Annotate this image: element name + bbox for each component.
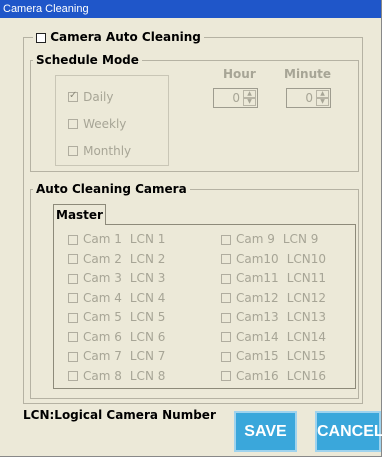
camera-checkbox[interactable]	[221, 312, 231, 323]
camera-item[interactable]: Cam 1 LCN 1	[68, 232, 165, 246]
camera-checkbox[interactable]	[68, 254, 78, 264]
camera-checkbox[interactable]	[68, 234, 78, 245]
camera-label: Cam12	[236, 290, 279, 305]
hour-up-icon[interactable]: ▲	[243, 90, 256, 98]
lcn-label: LCN 6	[129, 329, 166, 344]
camera-item[interactable]: Cam11 LCN11	[221, 271, 326, 285]
camera-label: Cam 9	[236, 232, 275, 246]
camera-item[interactable]: Cam 7 LCN 7	[68, 349, 165, 363]
camera-label: Cam15	[236, 349, 279, 363]
camera-label: Cam11	[236, 271, 279, 285]
lcn-label: LCN 3	[129, 271, 166, 285]
camera-label: Cam 6	[83, 329, 122, 344]
master-tab-panel	[53, 224, 356, 389]
camera-checkbox[interactable]	[221, 234, 231, 245]
camera-group-legend: Auto Cleaning Camera	[33, 182, 190, 196]
auto-cleaning-label: Camera Auto Cleaning	[50, 30, 201, 44]
lcn-label: LCN 1	[129, 232, 166, 246]
lcn-label: LCN 4	[129, 290, 166, 305]
minute-spinner[interactable]: 0 ▲ ▼	[286, 88, 331, 108]
weekly-checkbox[interactable]	[68, 118, 78, 129]
lcn-label: LCN16	[286, 368, 327, 383]
minute-label: Minute	[284, 67, 332, 81]
camera-checkbox[interactable]	[68, 371, 78, 381]
weekly-label: Weekly	[83, 117, 127, 131]
camera-label: Cam 8	[83, 368, 122, 383]
camera-checkbox[interactable]	[221, 293, 231, 303]
option-daily[interactable]: ✓ Daily	[68, 86, 113, 105]
lcn-label: LCN 7	[129, 349, 166, 363]
lcn-label: LCN12	[286, 290, 327, 305]
camera-item[interactable]: Cam15 LCN15	[221, 349, 326, 363]
lcn-label: LCN 2	[129, 251, 166, 266]
camera-item[interactable]: Cam10 LCN10	[221, 252, 326, 266]
camera-checkbox[interactable]	[221, 371, 231, 381]
minute-down-icon[interactable]: ▼	[316, 98, 329, 106]
camera-label: Cam16	[236, 368, 279, 383]
camera-item[interactable]: Cam 2 LCN 2	[68, 252, 165, 266]
camera-label: Cam 7	[83, 349, 122, 363]
camera-checkbox[interactable]	[68, 293, 78, 303]
camera-checkbox[interactable]	[68, 312, 78, 323]
hour-spinner[interactable]: 0 ▲ ▼	[213, 88, 258, 108]
camera-label: Cam 3	[83, 271, 122, 285]
camera-label: Cam 4	[83, 290, 122, 305]
camera-label: Cam10	[236, 251, 279, 266]
camera-cleaning-window: Camera Cleaning Camera Auto Cleaning Sch…	[0, 0, 384, 457]
option-monthly[interactable]: Monthly	[68, 140, 131, 159]
daily-label: Daily	[83, 90, 114, 104]
camera-label: Cam14	[236, 329, 279, 344]
camera-checkbox[interactable]	[68, 351, 78, 362]
monthly-label: Monthly	[83, 144, 132, 158]
window-title: Camera Cleaning	[0, 0, 381, 18]
monthly-checkbox[interactable]	[68, 145, 78, 156]
camera-label: Cam 5	[83, 310, 122, 324]
camera-checkbox[interactable]	[68, 332, 78, 342]
auto-cleaning-checkbox[interactable]	[36, 32, 46, 43]
camera-item[interactable]: Cam13 LCN13	[221, 310, 326, 324]
camera-item[interactable]: Cam14 LCN14	[221, 330, 326, 344]
schedule-mode-legend: Schedule Mode	[33, 53, 142, 67]
hour-value: 0	[232, 91, 240, 105]
lcn-label: LCN13	[286, 310, 327, 324]
option-weekly[interactable]: Weekly	[68, 113, 126, 132]
camera-checkbox[interactable]	[221, 273, 231, 284]
camera-label: Cam 2	[83, 251, 122, 266]
camera-checkbox[interactable]	[221, 332, 231, 342]
lcn-label: LCN 9	[282, 232, 319, 246]
camera-item[interactable]: Cam 3 LCN 3	[68, 271, 165, 285]
lcn-label: LCN 8	[129, 368, 166, 383]
camera-label: Cam13	[236, 310, 279, 324]
camera-item[interactable]: Cam16 LCN16	[221, 369, 326, 383]
camera-item[interactable]: Cam 5 LCN 5	[68, 310, 165, 324]
auto-cleaning-toggle[interactable]: Camera Auto Cleaning	[33, 30, 204, 44]
camera-label: Cam 1	[83, 232, 122, 246]
hour-down-icon[interactable]: ▼	[243, 98, 256, 106]
camera-item[interactable]: Cam 4 LCN 4	[68, 291, 165, 305]
camera-item[interactable]: Cam 6 LCN 6	[68, 330, 165, 344]
lcn-label: LCN14	[286, 329, 327, 344]
daily-checkbox[interactable]: ✓	[68, 90, 78, 102]
camera-checkbox[interactable]	[221, 351, 231, 362]
save-button[interactable]: SAVE	[234, 411, 297, 452]
minute-value: 0	[305, 91, 313, 105]
cancel-button[interactable]: CANCEL	[315, 411, 384, 452]
tab-master[interactable]: Master	[53, 204, 106, 225]
camera-checkbox[interactable]	[68, 273, 78, 284]
lcn-label: LCN 5	[129, 310, 166, 324]
lcn-footnote: LCN:Logical Camera Number	[23, 408, 216, 422]
camera-checkbox[interactable]	[221, 254, 231, 264]
lcn-label: LCN11	[286, 271, 327, 285]
camera-item[interactable]: Cam 8 LCN 8	[68, 369, 165, 383]
lcn-label: LCN10	[286, 251, 327, 266]
hour-label: Hour	[223, 67, 256, 81]
camera-item[interactable]: Cam12 LCN12	[221, 291, 326, 305]
lcn-label: LCN15	[286, 349, 327, 363]
minute-up-icon[interactable]: ▲	[316, 90, 329, 98]
camera-item[interactable]: Cam 9 LCN 9	[221, 232, 318, 246]
